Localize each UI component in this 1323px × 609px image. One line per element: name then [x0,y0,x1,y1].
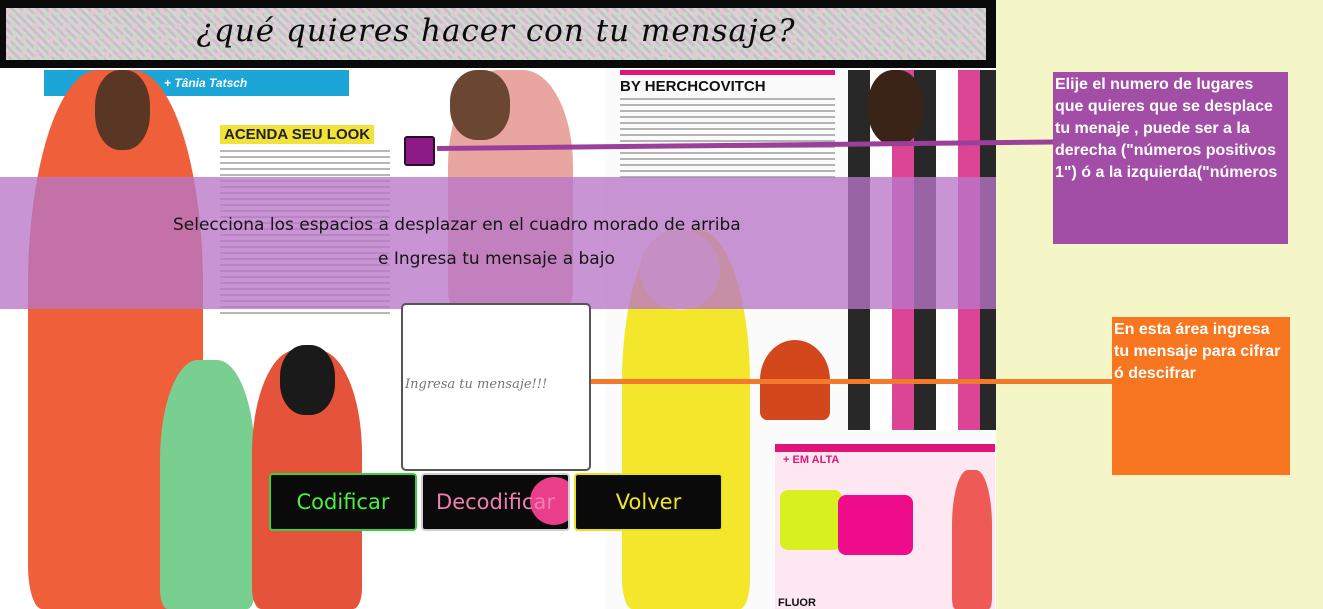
magazine-pink-rule [620,70,835,75]
model-head [95,70,150,150]
model-figure-green-suit [160,360,255,609]
back-button-label: Volver [615,490,682,514]
yellow-bag-photo [780,490,842,550]
message-help-text: En esta área ingresa tu mensaje para cif… [1114,321,1281,382]
shift-amount-input[interactable] [404,136,435,166]
decode-button[interactable]: Decodificar [421,473,570,531]
magazine-text-block [620,98,835,178]
magazine-heading-acenda: ACENDA SEU LOOK [220,125,375,144]
instruction-line-2: e Ingresa tu mensaje a bajo [378,249,615,269]
page-title: ¿qué quieres hacer con tu mensaje? [196,13,796,49]
shift-help-note: Elije el numero de lugares que quieres q… [1053,72,1288,244]
magazine-credit: + Tânia Tatsch [164,76,248,90]
cipher-stage: + Tânia Tatsch ACENDA SEU LOOK BY HERCHC… [0,0,996,609]
title-banner-texture: ¿qué quieres hacer con tu mensaje? [6,8,986,60]
model-head [868,70,923,145]
model-head [280,345,335,415]
model-figure-small [952,470,992,609]
instruction-line-1: Selecciona los espacios a desplazar en e… [173,215,741,235]
model-head [450,70,510,140]
message-help-note: En esta área ingresa tu mensaje para cif… [1112,317,1290,475]
magazine-heading-herchcovitch: BY HERCHCOVITCH [620,78,766,95]
magazine-fluor-tag: FLUOR [778,597,816,609]
message-input[interactable] [401,303,591,471]
encode-button[interactable]: Codificar [269,473,417,531]
back-button[interactable]: Volver [574,473,723,531]
decode-button-label: Decodificar [436,490,555,514]
title-banner: ¿qué quieres hacer con tu mensaje? [0,0,996,68]
shift-help-text: Elije el numero de lugares que quieres q… [1055,76,1278,181]
message-note-connector [591,379,1113,384]
encode-button-label: Codificar [296,490,390,514]
instruction-panel: Selecciona los espacios a desplazar en e… [0,177,996,309]
pink-bag-photo [838,495,913,555]
magazine-em-alta-tag: + EM ALTA [783,454,840,466]
